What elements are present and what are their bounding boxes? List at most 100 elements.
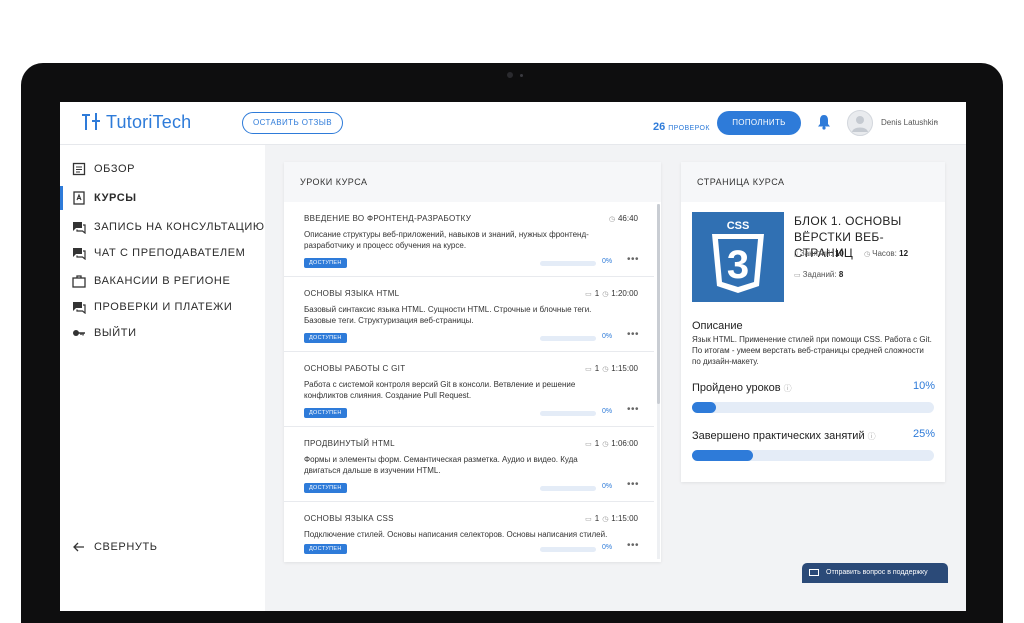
sidebar-item-label: ОБЗОР	[94, 163, 136, 175]
status-badge: ДОСТУПЕН	[304, 544, 347, 554]
lesson-count: 1	[594, 289, 600, 298]
css-logo-digit: 3	[727, 243, 749, 287]
sidebar-item-label: ЗАПИСЬ НА КОНСУЛЬТАЦИЮ	[94, 221, 265, 233]
description-text: Язык HTML. Применение стилей при помощи …	[692, 335, 932, 366]
sidebar-item-courses[interactable]: КУРСЫ	[60, 186, 268, 210]
chevron-down-icon[interactable]: ⌄	[933, 116, 940, 125]
chat-icon	[73, 248, 86, 260]
sidebar-item-overview[interactable]: ОБЗОР	[60, 157, 265, 181]
clock-icon: ◷	[864, 251, 871, 258]
practice-progress-fill	[692, 450, 753, 461]
css-logo-text: CSS	[727, 220, 750, 232]
lesson-count: 1	[594, 439, 600, 448]
lesson-duration: 1:06:00	[611, 439, 638, 448]
lesson-item[interactable]: ОСНОВЫ РАБОТЫ С GIT ▭ 1 ◷ 1:15:00 Работа…	[284, 352, 654, 427]
sidebar-item-logout[interactable]: ВЫЙТИ	[60, 321, 265, 345]
css3-logo-icon: CSS 3	[692, 212, 784, 302]
lesson-title: ВВЕДЕНИЕ ВО ФРОНТЕНД-РАЗРАБОТКУ	[304, 214, 472, 223]
assignment-icon: ▭	[585, 365, 592, 373]
lesson-item[interactable]: ВВЕДЕНИЕ ВО ФРОНТЕНД-РАЗРАБОТКУ ◷ 46:40 …	[284, 202, 654, 277]
course-panel-title: СТРАНИЦА КУРСА	[681, 162, 945, 202]
briefcase-icon	[72, 275, 86, 288]
tasks-stat: ▭ Заданий: 8	[794, 270, 843, 279]
assignment-icon: ▭	[794, 272, 801, 279]
lesson-description: Подключение стилей. Основы написания сел…	[304, 530, 608, 539]
logo-text: TutoriTech	[106, 111, 192, 132]
practice-progress-bar	[692, 450, 934, 461]
lesson-title: ОСНОВЫ ЯЗЫКА HTML	[304, 289, 400, 298]
support-label: Отправить вопрос в поддержку	[826, 569, 928, 576]
lesson-duration: 1:20:00	[611, 289, 638, 298]
user-name[interactable]: Denis Latushkin	[881, 118, 938, 127]
assignment-icon: ▭	[585, 440, 592, 448]
status-badge: ДОСТУПЕН	[304, 333, 347, 343]
clock-icon: ◷	[608, 215, 615, 223]
status-badge: ДОСТУПЕН	[304, 483, 347, 493]
sidebar-item-label: ЧАТ С ПРЕПОДАВАТЕЛЕМ	[94, 247, 246, 259]
sidebar-item-label: ВАКАНСИИ В РЕГИОНЕ	[94, 275, 231, 287]
top-up-button[interactable]: ПОПОЛНИТЬ	[717, 111, 801, 135]
lesson-title: ПРОДВИНУТЫЙ HTML	[304, 439, 395, 448]
practice-value: 25%	[912, 428, 935, 440]
sidebar-item-vacancies[interactable]: ВАКАНСИИ В РЕГИОНЕ	[60, 269, 265, 293]
support-button[interactable]: Отправить вопрос в поддержку	[802, 563, 948, 583]
assignment-icon: ▭	[585, 290, 592, 298]
lesson-progress-bar	[540, 411, 596, 416]
hours-stat-value: 12	[899, 249, 909, 258]
clock-icon: ◷	[602, 440, 609, 448]
payments-icon	[73, 302, 86, 314]
lesson-item[interactable]: ОСНОВЫ ЯЗЫКА HTML ▭ 1 ◷ 1:20:00 Базовый …	[284, 277, 654, 352]
lesson-description: Формы и элементы форм. Семантическая раз…	[304, 455, 578, 475]
sidebar-item-consultation[interactable]: ЗАПИСЬ НА КОНСУЛЬТАЦИЮ	[60, 215, 265, 239]
collapse-label: СВЕРНУТЬ	[94, 541, 158, 553]
assignment-icon: ▭	[585, 515, 592, 523]
camera-light-icon	[520, 74, 523, 77]
lessons-scrollbar-thumb[interactable]	[657, 204, 660, 404]
lessons-passed-label: Пройдено уроков ⓘ	[692, 382, 792, 394]
lesson-meta: ▭ 1 ◷ 1:15:00	[582, 364, 638, 373]
logo-icon	[82, 113, 100, 130]
arrow-left-icon	[73, 542, 84, 552]
sidebar-item-chat[interactable]: ЧАТ С ПРЕПОДАВАТЕЛЕМ	[60, 241, 265, 265]
more-options-icon[interactable]: •••	[627, 254, 639, 265]
lessons-passed-progress-bar	[692, 402, 934, 413]
lesson-description: Работа с системой контроля версий Git в …	[304, 380, 576, 400]
help-icon[interactable]: ⓘ	[784, 384, 792, 393]
collapse-sidebar-button[interactable]: СВЕРНУТЬ	[60, 535, 265, 559]
clock-icon: ◷	[602, 515, 609, 523]
more-options-icon[interactable]: •••	[627, 479, 639, 490]
lesson-meta: ▭ 1 ◷ 1:20:00	[582, 289, 638, 298]
lesson-item[interactable]: ПРОДВИНУТЫЙ HTML ▭ 1 ◷ 1:06:00 Формы и э…	[284, 427, 654, 502]
lessons-panel-title: УРОКИ КУРСА	[284, 162, 661, 202]
checks-counter[interactable]: 26 ПРОВЕРОК	[653, 117, 710, 135]
lesson-title: ОСНОВЫ РАБОТЫ С GIT	[304, 364, 406, 373]
app-screen: TutoriTech ОСТАВИТЬ ОТЗЫВ 26 ПРОВЕРОК ПОП…	[60, 102, 966, 611]
course-page-panel: СТРАНИЦА КУРСА CSS 3 БЛОК 1. ОСНОВЫ ВЁРС…	[681, 162, 945, 482]
clock-icon: ◷	[602, 290, 609, 298]
more-options-icon[interactable]: •••	[627, 540, 639, 551]
lesson-meta: ▭ 1 ◷ 1:15:00	[582, 514, 638, 523]
lesson-progress-bar	[540, 547, 596, 552]
bell-icon[interactable]	[817, 114, 831, 130]
lesson-count: 1	[594, 514, 600, 523]
lesson-meta: ▭ 1 ◷ 1:06:00	[582, 439, 638, 448]
document-icon: ▯	[794, 251, 798, 258]
user-icon	[852, 116, 868, 132]
mail-icon	[809, 569, 819, 576]
more-options-icon[interactable]: •••	[627, 404, 639, 415]
more-options-icon[interactable]: •••	[627, 329, 639, 340]
tasks-stat-value: 8	[838, 270, 844, 279]
lesson-progress-bar	[540, 336, 596, 341]
help-icon[interactable]: ⓘ	[868, 432, 876, 441]
top-header: TutoriTech ОСТАВИТЬ ОТЗЫВ 26 ПРОВЕРОК ПОП…	[60, 102, 966, 145]
leave-review-button[interactable]: ОСТАВИТЬ ОТЗЫВ	[242, 112, 344, 134]
sidebar-item-label: КУРСЫ	[94, 192, 137, 204]
lesson-description: Базовый синтаксис языка HTML. Сущности H…	[304, 305, 592, 325]
avatar[interactable]	[847, 110, 873, 136]
checks-label: ПРОВЕРОК	[668, 125, 710, 132]
logo[interactable]: TutoriTech	[80, 111, 191, 133]
overview-icon	[72, 162, 86, 176]
lesson-progress-bar	[540, 486, 596, 491]
lesson-item[interactable]: ОСНОВЫ ЯЗЫКА CSS ▭ 1 ◷ 1:15:00 Подключен…	[284, 502, 654, 562]
sidebar-item-payments[interactable]: ПРОВЕРКИ И ПЛАТЕЖИ	[60, 295, 265, 319]
